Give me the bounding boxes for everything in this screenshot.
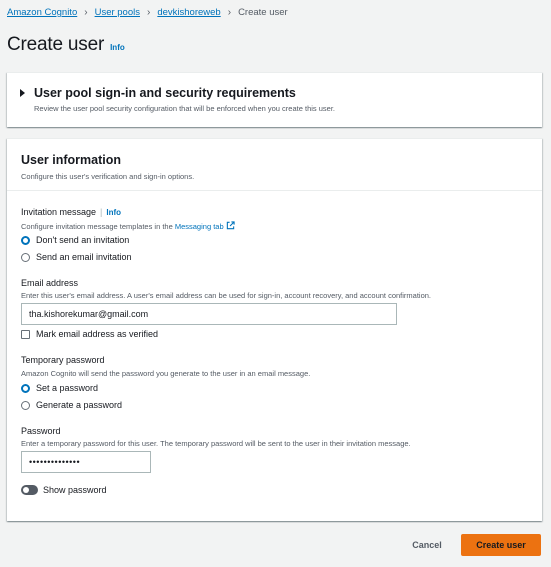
temporary-password-label: Temporary password bbox=[21, 355, 105, 365]
invitation-message-label-text: Invitation message bbox=[21, 207, 97, 217]
email-address-label: Email address bbox=[21, 278, 79, 288]
user-information-description: Configure this user's verification and s… bbox=[21, 172, 195, 181]
chevron-right-icon: › bbox=[227, 7, 232, 18]
breadcrumb: Amazon Cognito › User pools › devkishore… bbox=[7, 7, 288, 18]
breadcrumb-user-pool[interactable]: devkishoreweb bbox=[157, 7, 220, 18]
messaging-tab-link[interactable]: Messaging tab bbox=[175, 222, 224, 231]
password-field[interactable] bbox=[21, 451, 151, 473]
cancel-button[interactable]: Cancel bbox=[405, 534, 449, 556]
radio-label: Don't send an invitation bbox=[36, 235, 130, 245]
mark-email-verified-checkbox[interactable]: Mark email address as verified bbox=[21, 329, 158, 339]
email-address-description: Enter this user's email address. A user'… bbox=[21, 291, 432, 300]
user-information-title: User information bbox=[21, 153, 122, 167]
security-requirements-panel: User pool sign-in and security requireme… bbox=[7, 72, 542, 127]
checkbox[interactable] bbox=[21, 329, 30, 339]
radio-set-password[interactable]: Set a password bbox=[21, 383, 98, 393]
external-link-icon bbox=[226, 221, 235, 230]
chevron-right-icon: › bbox=[84, 7, 88, 18]
radio-button-checked[interactable] bbox=[21, 235, 30, 245]
radio-label: Send an email invitation bbox=[36, 252, 132, 262]
divider bbox=[7, 190, 542, 191]
radio-send-email-invitation[interactable]: Send an email invitation bbox=[21, 252, 132, 262]
checkbox-label: Mark email address as verified bbox=[36, 329, 159, 339]
toggle-label: Show password bbox=[43, 485, 107, 495]
breadcrumb-user-pools[interactable]: User pools bbox=[95, 7, 140, 18]
page-title: Create user bbox=[7, 34, 105, 55]
radio-label: Generate a password bbox=[36, 400, 123, 410]
invitation-info-link[interactable]: Info bbox=[106, 208, 121, 217]
page-header: Create user Info bbox=[7, 34, 125, 56]
invitation-desc-text: Configure invitation message templates i… bbox=[21, 222, 175, 231]
breadcrumb-amazon-cognito[interactable]: Amazon Cognito bbox=[7, 7, 77, 18]
password-label: Password bbox=[21, 426, 61, 436]
radio-button[interactable] bbox=[21, 252, 30, 262]
toggle-switch[interactable] bbox=[21, 485, 38, 495]
password-description: Enter a temporary password for this user… bbox=[21, 439, 411, 448]
label-separator: | bbox=[100, 207, 103, 217]
radio-button[interactable] bbox=[21, 400, 30, 410]
page-info-link[interactable]: Info bbox=[110, 43, 125, 52]
invitation-message-description: Configure invitation message templates i… bbox=[21, 221, 235, 231]
security-requirements-description: Review the user pool security configurat… bbox=[34, 104, 335, 113]
temporary-password-description: Amazon Cognito will send the password yo… bbox=[21, 369, 311, 378]
radio-label: Set a password bbox=[36, 383, 99, 393]
radio-dont-send-invitation[interactable]: Don't send an invitation bbox=[21, 235, 129, 245]
security-requirements-title: User pool sign-in and security requireme… bbox=[34, 86, 296, 100]
radio-button-checked[interactable] bbox=[21, 383, 30, 393]
breadcrumb-current: Create user bbox=[238, 7, 288, 18]
chevron-right-icon: › bbox=[147, 7, 151, 18]
security-requirements-toggle[interactable]: User pool sign-in and security requireme… bbox=[20, 86, 296, 100]
show-password-toggle[interactable]: Show password bbox=[21, 485, 107, 495]
email-field[interactable] bbox=[21, 303, 397, 325]
user-information-panel: User information Configure this user's v… bbox=[7, 138, 542, 521]
create-user-button[interactable]: Create user bbox=[461, 534, 541, 556]
invitation-message-label: Invitation message | Info bbox=[21, 207, 121, 217]
radio-generate-password[interactable]: Generate a password bbox=[21, 400, 122, 410]
caret-right-icon bbox=[20, 89, 25, 97]
